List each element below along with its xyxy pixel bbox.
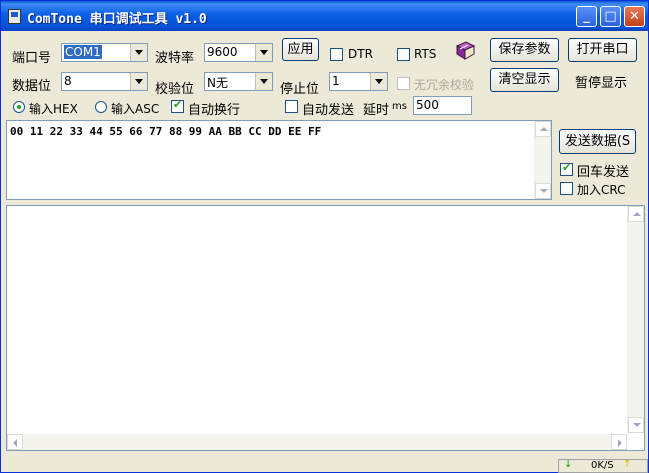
- save-params-button[interactable]: 保存参数: [490, 38, 559, 62]
- main-window: ComTone 串口调试工具 v1.0 _ □ ✕ 端口号 COM1 波特率 9…: [0, 0, 649, 473]
- input-asc-radio[interactable]: [95, 101, 107, 113]
- databits-value: 8: [64, 74, 72, 88]
- delay-label: 延时: [363, 103, 390, 118]
- minimize-button[interactable]: _: [576, 6, 597, 27]
- send-scrollbar[interactable]: [534, 121, 551, 199]
- parity-select[interactable]: N无: [204, 72, 273, 91]
- auto-send-label: 自动发送: [302, 103, 355, 118]
- parity-value: N无: [207, 76, 228, 90]
- send-data-text: 00 11 22 33 44 55 66 77 88 99 AA BB CC D…: [10, 125, 322, 138]
- chevron-down-icon[interactable]: [370, 73, 387, 90]
- databits-label: 数据位: [12, 79, 52, 94]
- input-hex-radio[interactable]: [13, 101, 25, 113]
- close-button[interactable]: ✕: [624, 6, 645, 27]
- pause-display-label[interactable]: 暂停显示: [575, 72, 627, 91]
- databits-select[interactable]: 8: [61, 72, 148, 91]
- auto-send-checkbox[interactable]: [285, 100, 298, 113]
- apply-button[interactable]: 应用: [282, 38, 319, 61]
- auto-newline-checkbox[interactable]: [171, 98, 184, 113]
- add-crc-checkbox[interactable]: [560, 182, 573, 195]
- scroll-up-button[interactable]: [628, 206, 644, 222]
- parity-label: 校验位: [155, 82, 195, 97]
- scroll-down-button[interactable]: [535, 183, 551, 199]
- scroll-left-button[interactable]: [7, 434, 23, 450]
- arrow-down-icon: ↓: [564, 459, 573, 470]
- return-send-label: 回车发送: [577, 165, 630, 180]
- chevron-down-icon[interactable]: [130, 73, 147, 90]
- clear-display-button[interactable]: 清空显示: [490, 68, 559, 92]
- receive-textbox[interactable]: [6, 205, 645, 451]
- scroll-down-button[interactable]: [628, 417, 644, 433]
- rts-label: RTS: [414, 47, 437, 61]
- send-textbox[interactable]: 00 11 22 33 44 55 66 77 88 99 AA BB CC D…: [6, 120, 552, 200]
- return-send-checkbox[interactable]: [560, 161, 573, 176]
- stopbits-select[interactable]: 1: [329, 72, 388, 91]
- receive-vscroll[interactable]: [627, 206, 644, 433]
- no-redundancy-checkbox[interactable]: [397, 77, 410, 90]
- receive-hscroll[interactable]: [7, 434, 627, 450]
- auto-newline-label: 自动换行: [188, 103, 241, 118]
- dtr-checkbox[interactable]: [330, 48, 343, 61]
- chevron-down-icon[interactable]: [255, 73, 272, 90]
- stopbits-label: 停止位: [280, 82, 320, 97]
- chevron-down-icon[interactable]: [130, 44, 147, 61]
- maximize-button[interactable]: □: [600, 6, 621, 27]
- baud-select[interactable]: 9600: [204, 43, 273, 62]
- port-select[interactable]: COM1: [61, 43, 148, 62]
- app-icon: [8, 9, 21, 24]
- scroll-right-button[interactable]: [611, 434, 627, 450]
- port-value: COM1: [64, 45, 102, 59]
- input-asc-label: 输入ASC: [111, 102, 160, 116]
- send-data-button[interactable]: 发送数据(S: [559, 129, 636, 154]
- window-title: ComTone 串口调试工具 v1.0: [27, 12, 207, 27]
- title-bar[interactable]: ComTone 串口调试工具 v1.0 _ □ ✕: [1, 1, 648, 31]
- add-crc-label: 加入CRC: [577, 183, 626, 197]
- baud-label: 波特率: [155, 51, 195, 66]
- book-icon[interactable]: [454, 40, 476, 62]
- port-label: 端口号: [12, 51, 52, 66]
- arrow-up-icon: ↑: [623, 459, 632, 470]
- no-redundancy-label: 无冗余校验: [414, 78, 475, 92]
- dtr-label: DTR: [348, 47, 373, 61]
- delay-unit: ms: [392, 101, 407, 112]
- status-bar: ↓ 0K/S ↑: [558, 459, 648, 473]
- delay-value: 500: [416, 98, 439, 112]
- scroll-up-button[interactable]: [535, 121, 551, 137]
- open-port-button[interactable]: 打开串口: [568, 38, 637, 62]
- chevron-down-icon[interactable]: [255, 44, 272, 61]
- baud-value: 9600: [207, 45, 238, 59]
- rts-checkbox[interactable]: [397, 48, 410, 61]
- stopbits-value: 1: [332, 74, 340, 88]
- input-hex-label: 输入HEX: [29, 102, 78, 116]
- delay-input[interactable]: 500: [413, 96, 472, 115]
- status-rate: 0K/S: [591, 460, 614, 471]
